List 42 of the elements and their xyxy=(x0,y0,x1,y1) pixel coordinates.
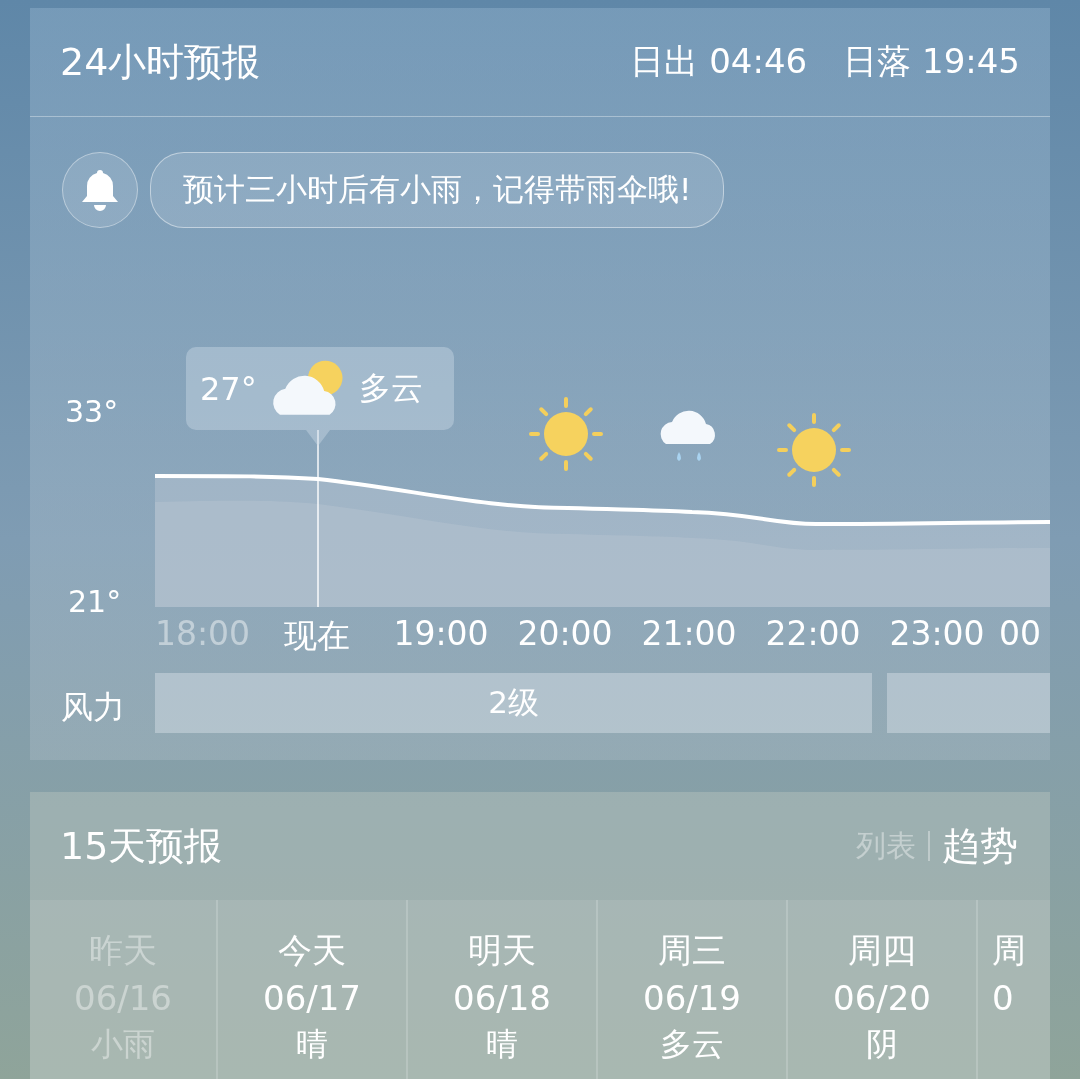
sunset-time: 日落 19:45 xyxy=(843,40,1020,83)
day-name: 周四 xyxy=(848,929,916,972)
day-name: 周 xyxy=(992,929,1026,972)
wind-label: 风力 xyxy=(59,687,126,728)
axis-label: 21° xyxy=(68,584,122,619)
hour-label: 现在 xyxy=(283,615,351,657)
day-name: 今天 xyxy=(278,929,346,972)
tooltip-pointer xyxy=(306,430,330,446)
day-date: 06/19 xyxy=(643,977,741,1020)
hour-label: 23:00 xyxy=(888,614,986,655)
condition-label: 多云 xyxy=(358,367,423,409)
section-title: 24小时预报 xyxy=(60,38,261,86)
wind-level-bar: 2级 xyxy=(155,673,872,733)
hour-label: 00 xyxy=(999,614,1042,655)
sun-icon xyxy=(776,411,852,488)
hour-label: 19:00 xyxy=(392,614,490,655)
view-tab[interactable]: 趋势 xyxy=(930,820,1018,872)
day-column[interactable]: 周 0 xyxy=(978,900,1050,1079)
hour-label: 21:00 xyxy=(640,614,738,655)
day-column[interactable]: 明天 06/18 晴 xyxy=(408,900,598,1079)
day-name: 周三 xyxy=(658,929,726,972)
day-date: 06/18 xyxy=(453,977,551,1020)
day-condition: 阴 xyxy=(866,1024,898,1064)
day-condition: 多云 xyxy=(660,1024,724,1064)
hour-label: 20:00 xyxy=(516,614,614,655)
section-title: 15天预报 xyxy=(60,822,223,870)
day-condition: 晴 xyxy=(486,1024,518,1064)
axis-label: 33° xyxy=(65,394,119,429)
sun-icon xyxy=(528,395,604,472)
day-name: 明天 xyxy=(468,929,536,972)
day-date: 0 xyxy=(992,977,1014,1020)
sunrise-time: 日出 04:46 xyxy=(630,40,808,83)
day-column[interactable]: 周四 06/20 阴 xyxy=(788,900,978,1079)
hour-label: 22:00 xyxy=(764,614,862,655)
day-condition: 晴 xyxy=(296,1024,328,1064)
day-column[interactable]: 周三 06/19 多云 xyxy=(598,900,788,1079)
day-date: 06/17 xyxy=(263,977,361,1020)
bell-icon xyxy=(80,168,120,212)
day-date: 06/20 xyxy=(833,977,931,1020)
rain-alert-message: 预计三小时后有小雨，记得带雨伞哦! xyxy=(150,152,725,228)
day-column[interactable]: 今天 06/17 晴 xyxy=(218,900,408,1079)
temperature-value: 27° xyxy=(200,369,257,408)
